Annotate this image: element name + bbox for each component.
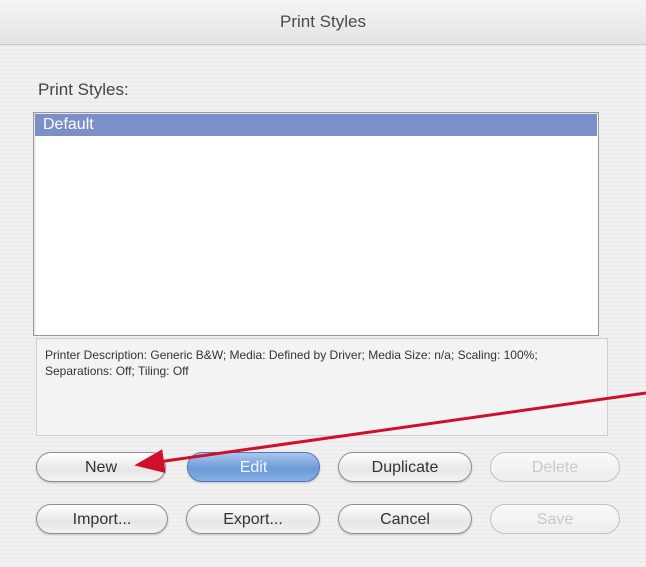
- delete-button: Delete: [490, 452, 620, 482]
- print-styles-dialog: Print Styles Print Styles: Default Print…: [0, 0, 646, 567]
- list-item-default[interactable]: Default: [35, 114, 597, 136]
- edit-button[interactable]: Edit: [187, 452, 320, 482]
- title-bar[interactable]: Print Styles: [0, 0, 646, 45]
- import-button[interactable]: Import...: [36, 504, 168, 534]
- new-button[interactable]: New: [36, 452, 166, 482]
- print-styles-label: Print Styles:: [38, 80, 129, 99]
- duplicate-button[interactable]: Duplicate: [338, 452, 472, 482]
- export-button[interactable]: Export...: [186, 504, 320, 534]
- print-styles-list[interactable]: Default: [33, 112, 599, 336]
- window-title: Print Styles: [280, 12, 366, 31]
- save-button: Save: [490, 504, 620, 534]
- style-description: Printer Description: Generic B&W; Media:…: [36, 338, 608, 436]
- cancel-button[interactable]: Cancel: [338, 504, 472, 534]
